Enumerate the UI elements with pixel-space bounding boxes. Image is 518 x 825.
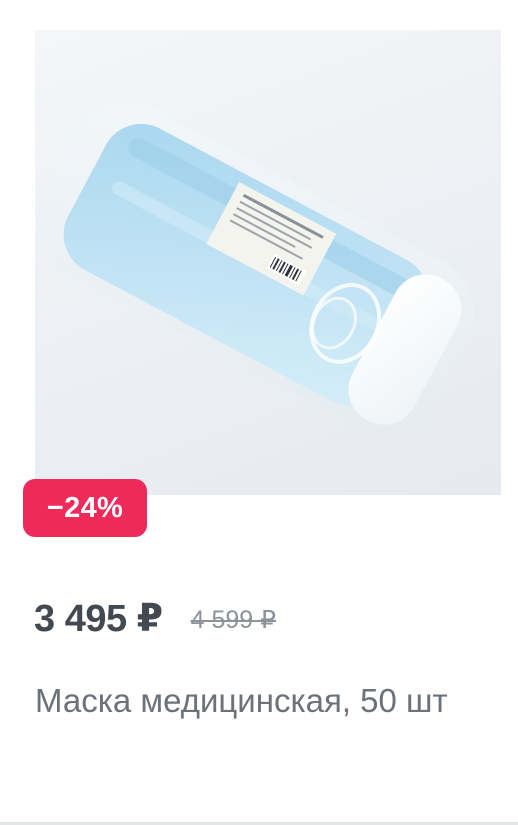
current-price: 3 495 ₽ (34, 597, 163, 640)
mask-pack-illustration (37, 101, 475, 434)
product-card[interactable]: −24% 3 495 ₽ 4 599 ₽ Маска медицинская, … (0, 0, 518, 825)
discount-badge: −24% (23, 479, 147, 537)
product-image[interactable] (35, 30, 501, 495)
product-title[interactable]: Маска медицинская, 50 шт (35, 676, 485, 726)
price-row: 3 495 ₽ 4 599 ₽ (34, 594, 276, 642)
old-price: 4 599 ₽ (190, 606, 277, 634)
